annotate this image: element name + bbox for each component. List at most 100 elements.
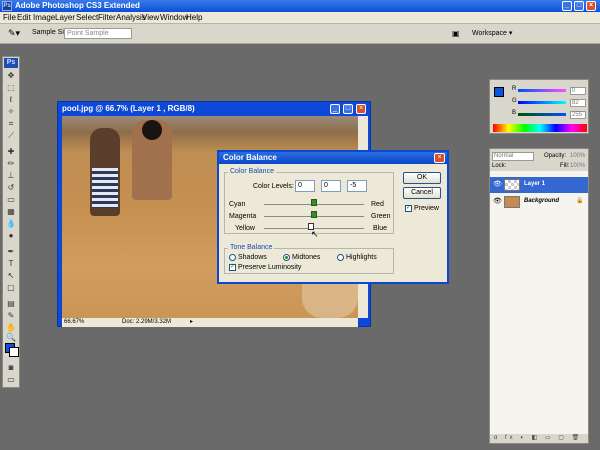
channel-r-value[interactable]: 0 (570, 87, 586, 95)
menu-view[interactable]: View (142, 13, 159, 23)
doc-close-button[interactable]: × (356, 104, 366, 114)
preview-label: Preview (414, 205, 439, 212)
opacity-value[interactable]: 100% (570, 153, 585, 160)
menu-help[interactable]: Help (186, 13, 202, 23)
ok-button[interactable]: OK (403, 172, 441, 184)
path-selection-tool-icon[interactable]: ↖ (5, 271, 17, 281)
menu-window[interactable]: Window (160, 13, 188, 23)
shadows-radio[interactable] (229, 254, 236, 261)
channel-r-slider[interactable] (518, 89, 566, 92)
magenta-green-slider[interactable] (311, 211, 317, 218)
workspace-label: Workspace (472, 30, 507, 37)
highlights-radio[interactable] (337, 254, 344, 261)
brush-tool-icon[interactable]: ✏ (5, 159, 17, 169)
eyedropper-tool-preset-icon[interactable]: ✎▾ (8, 28, 20, 39)
dialog-title: Color Balance (219, 152, 447, 164)
channel-b-label: B (512, 110, 517, 116)
zoom-level[interactable]: 66.67% (64, 318, 84, 327)
magic-wand-tool-icon[interactable]: ✧ (5, 107, 17, 117)
cancel-button[interactable]: Cancel (403, 187, 441, 199)
color-balance-group-title: Color Balance (228, 168, 276, 175)
doc-minimize-button[interactable]: _ (330, 104, 340, 114)
status-menu-arrow-icon[interactable]: ▸ (190, 318, 193, 327)
shape-tool-icon[interactable]: ▢ (5, 283, 17, 293)
eraser-tool-icon[interactable]: ▭ (5, 195, 17, 205)
close-button[interactable]: × (586, 1, 596, 11)
level-yellow-blue-input[interactable]: -5 (347, 180, 367, 192)
opacity-label: Opacity: (544, 153, 567, 159)
shadows-label: Shadows (238, 254, 267, 261)
background-color-swatch[interactable] (9, 347, 19, 357)
history-brush-tool-icon[interactable]: ↺ (5, 183, 17, 193)
notes-tool-icon[interactable]: ▤ (5, 299, 17, 309)
document-status-bar: 66.67% Doc: 2.29M/3.32M ▸ (62, 318, 358, 327)
blur-tool-icon[interactable]: 💧 (5, 219, 17, 229)
photoshop-app-icon: Ps (2, 1, 12, 11)
ps-logo: Ps (4, 58, 18, 68)
tone-balance-group-title: Tone Balance (228, 244, 275, 251)
menu-file[interactable]: File (3, 13, 16, 23)
color-panel-foreground-swatch[interactable] (494, 87, 504, 97)
menu-select[interactable]: Select (76, 13, 98, 23)
yellow-label: Yellow (235, 225, 255, 232)
hand-tool-icon[interactable]: ✋ (5, 323, 17, 333)
toolbox: Ps ✥ ⬚ ℓ ✧ ⌗ ⟋ ✚ ✏ ⊥ ↺ ▭ ▦ 💧 ● ✒ T ↖ ▢ ▤… (2, 56, 20, 388)
window-title: Adobe Photoshop CS3 Extended (15, 1, 140, 10)
highlights-label: Highlights (346, 254, 377, 261)
dodge-tool-icon[interactable]: ● (5, 231, 17, 241)
move-tool-icon[interactable]: ✥ (5, 71, 17, 81)
options-bar: ✎▾ Sample Size: Point Sample ▣ Workspace… (0, 24, 600, 44)
screen-mode-icon[interactable]: ▭ (5, 375, 17, 385)
crop-tool-icon[interactable]: ⌗ (5, 119, 17, 129)
cyan-red-slider[interactable] (311, 199, 317, 206)
visibility-eye-icon[interactable]: 👁 (493, 197, 502, 205)
bridge-icon[interactable]: ▣ (452, 29, 460, 38)
channel-g-slider[interactable] (518, 101, 566, 104)
fill-value[interactable]: 100% (570, 163, 585, 170)
eyedropper-tool-icon[interactable]: ✎ (5, 311, 17, 321)
dialog-close-button[interactable]: × (434, 153, 445, 163)
channel-b-slider[interactable] (518, 113, 566, 116)
menu-bar: File Edit Image Layer Select Filter Anal… (0, 12, 600, 24)
midtones-label: Midtones (292, 254, 321, 261)
pen-tool-icon[interactable]: ✒ (5, 247, 17, 257)
sample-size-select[interactable]: Point Sample (64, 28, 132, 39)
doc-maximize-button[interactable]: □ (343, 104, 353, 114)
photo-boy (132, 120, 172, 200)
layer-row-background[interactable]: 👁 Background 🔒 (490, 194, 588, 210)
workspace-menu[interactable]: Workspace ▾ (472, 29, 512, 37)
red-label: Red (371, 201, 384, 208)
minimize-button[interactable]: _ (562, 1, 572, 11)
type-tool-icon[interactable]: T (5, 259, 17, 269)
blend-mode-select[interactable]: Normal (492, 152, 534, 161)
menu-layer[interactable]: Layer (55, 13, 75, 23)
marquee-tool-icon[interactable]: ⬚ (5, 83, 17, 93)
midtones-radio[interactable] (283, 254, 290, 261)
layers-panel: Normal Opacity: 100% Lock: Fill: 100% 👁 … (489, 148, 589, 444)
level-cyan-red-input[interactable]: 0 (295, 180, 315, 192)
channel-b-value[interactable]: 255 (570, 111, 586, 119)
document-title: pool.jpg @ 66.7% (Layer 1 , RGB/8) (62, 104, 195, 113)
layer-row-layer-1[interactable]: 👁 Layer 1 (490, 177, 588, 193)
clone-stamp-tool-icon[interactable]: ⊥ (5, 171, 17, 181)
photo-girl (90, 128, 120, 216)
menu-edit[interactable]: Edit (17, 13, 31, 23)
channel-g-value[interactable]: 82 (570, 99, 586, 107)
gradient-tool-icon[interactable]: ▦ (5, 207, 17, 217)
quick-mask-icon[interactable]: ◙ (5, 363, 17, 373)
menu-filter[interactable]: Filter (98, 13, 116, 23)
level-magenta-green-input[interactable]: 0 (321, 180, 341, 192)
blue-label: Blue (373, 225, 388, 232)
preview-checkbox[interactable]: ✓ (405, 205, 412, 212)
zoom-tool-icon[interactable]: 🔍 (5, 333, 17, 343)
healing-brush-tool-icon[interactable]: ✚ (5, 147, 17, 157)
slice-tool-icon[interactable]: ⟋ (5, 131, 17, 141)
visibility-eye-icon[interactable]: 👁 (493, 180, 502, 188)
color-balance-dialog: Color Balance × Color Balance Color Leve… (217, 150, 449, 284)
preserve-luminosity-checkbox[interactable]: ✓ (229, 264, 236, 271)
lasso-tool-icon[interactable]: ℓ (5, 95, 17, 105)
menu-image[interactable]: Image (33, 13, 55, 23)
color-spectrum-ramp[interactable] (493, 124, 587, 132)
layers-panel-footer-icons[interactable]: ɑ fx ◐ ◧ ▭ ▢ 🗑 (490, 434, 588, 443)
maximize-button[interactable]: □ (574, 1, 584, 11)
